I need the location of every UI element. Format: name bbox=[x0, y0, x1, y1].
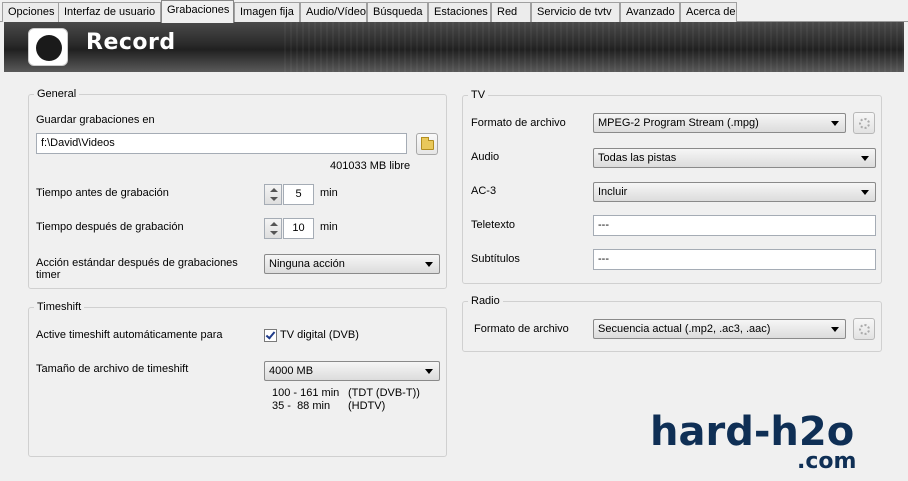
tv-ac3-select[interactable]: Incluir bbox=[593, 182, 876, 202]
chevron-down-icon bbox=[861, 156, 869, 161]
checkmark-icon bbox=[265, 329, 276, 340]
radio-format-settings-button[interactable] bbox=[853, 318, 875, 340]
watermark-logo: hard-h2o bbox=[650, 409, 855, 455]
tab-grabaciones[interactable]: Grabaciones bbox=[161, 0, 234, 23]
post-record-time-value[interactable]: 10 bbox=[283, 218, 314, 239]
tv-audio-value: Todas las pistas bbox=[598, 152, 677, 164]
radio-format-value: Secuencia actual (.mp2, .ac3, .aac) bbox=[598, 323, 771, 335]
timeshift-size-label: Tamaño de archivo de timeshift bbox=[36, 363, 189, 375]
banner-texture bbox=[284, 22, 904, 72]
tab-red[interactable]: Red bbox=[491, 2, 531, 22]
tv-subtitles-label: Subtítulos bbox=[471, 253, 520, 265]
header-banner: Record bbox=[4, 22, 904, 72]
chevron-down-icon bbox=[425, 369, 433, 374]
tab-bar: Opciones Interfaz de usuario Grabaciones… bbox=[0, 0, 908, 23]
timeshift-dvb-checkbox[interactable] bbox=[264, 329, 277, 342]
tv-teletext-field[interactable]: --- bbox=[593, 215, 876, 236]
tv-ac3-value: Incluir bbox=[598, 186, 628, 198]
tv-format-settings-button[interactable] bbox=[853, 112, 875, 134]
radio-format-label: Formato de archivo bbox=[474, 323, 569, 335]
timeshift-info-range-1: 100 - 161 min bbox=[272, 387, 340, 399]
tab-busqueda[interactable]: Búsqueda bbox=[367, 2, 428, 22]
timeshift-size-select[interactable]: 4000 MB bbox=[264, 361, 440, 381]
tv-audio-label: Audio bbox=[471, 151, 500, 163]
default-action-label: Acción estándar después de grabaciones bbox=[36, 257, 238, 269]
radio-group-title: Radio bbox=[468, 295, 503, 307]
post-record-unit: min bbox=[320, 221, 338, 233]
default-action-select[interactable]: Ninguna acción bbox=[264, 254, 440, 274]
save-path-input[interactable]: f:\David\Videos bbox=[36, 133, 407, 154]
tab-interfaz-de-usuario[interactable]: Interfaz de usuario bbox=[58, 2, 161, 22]
save-location-label: Guardar grabaciones en bbox=[36, 114, 155, 126]
folder-icon bbox=[421, 137, 434, 150]
tv-format-value: MPEG-2 Program Stream (.mpg) bbox=[598, 117, 759, 129]
tab-avanzado[interactable]: Avanzado bbox=[620, 2, 680, 22]
timeshift-info-desc-1: (TDT (DVB-T)) bbox=[348, 387, 420, 399]
free-space-text: 401033 MB libre bbox=[330, 160, 411, 172]
radio-format-select[interactable]: Secuencia actual (.mp2, .ac3, .aac) bbox=[593, 319, 846, 339]
pre-record-time-value[interactable]: 5 bbox=[283, 184, 314, 205]
page-title: Record bbox=[86, 30, 176, 55]
general-group-title: General bbox=[34, 88, 80, 100]
pre-record-unit: min bbox=[320, 187, 338, 199]
pre-record-spin-buttons[interactable] bbox=[264, 184, 282, 205]
pre-record-time-label: Tiempo antes de grabación bbox=[36, 187, 169, 199]
tab-audio-video[interactable]: Audio/Vídeo bbox=[300, 2, 367, 22]
tv-teletext-label: Teletexto bbox=[471, 219, 516, 231]
tv-format-select[interactable]: MPEG-2 Program Stream (.mpg) bbox=[593, 113, 846, 133]
chevron-down-icon bbox=[861, 190, 869, 195]
timeshift-group-title: Timeshift bbox=[34, 301, 85, 313]
tab-opciones[interactable]: Opciones bbox=[2, 2, 59, 22]
timeshift-dvb-label[interactable]: TV digital (DVB) bbox=[280, 329, 359, 341]
tv-audio-select[interactable]: Todas las pistas bbox=[593, 148, 876, 168]
default-action-value: Ninguna acción bbox=[269, 258, 345, 270]
tab-imagen-fija[interactable]: Imagen fija bbox=[234, 2, 300, 22]
tv-group-title: TV bbox=[468, 89, 489, 101]
chevron-down-icon bbox=[425, 262, 433, 267]
tv-subtitles-field[interactable]: --- bbox=[593, 249, 876, 270]
timeshift-info-range-2: 35 - 88 min bbox=[272, 400, 331, 412]
chevron-down-icon bbox=[831, 121, 839, 126]
post-record-time-spinner[interactable]: 10 bbox=[264, 218, 314, 239]
tab-acerca-de[interactable]: Acerca de bbox=[680, 2, 737, 22]
browse-folder-button[interactable] bbox=[416, 133, 438, 155]
tab-estaciones[interactable]: Estaciones bbox=[428, 2, 491, 22]
record-icon bbox=[28, 28, 68, 66]
default-action-label-line2: timer bbox=[36, 269, 61, 281]
tab-servicio-tvtv[interactable]: Servicio de tvtv bbox=[531, 2, 620, 22]
timeshift-auto-label: Active timeshift automáticamente para bbox=[36, 329, 223, 341]
pre-record-time-spinner[interactable]: 5 bbox=[264, 184, 314, 205]
tv-ac3-label: AC-3 bbox=[471, 185, 497, 197]
gear-icon bbox=[859, 324, 870, 335]
gear-icon bbox=[859, 118, 870, 129]
tv-format-label: Formato de archivo bbox=[471, 117, 566, 129]
chevron-down-icon bbox=[831, 327, 839, 332]
timeshift-info-desc-2: (HDTV) bbox=[348, 400, 386, 412]
watermark-domain: .com bbox=[797, 449, 857, 474]
timeshift-size-value: 4000 MB bbox=[269, 365, 314, 377]
post-record-spin-buttons[interactable] bbox=[264, 218, 282, 239]
post-record-time-label: Tiempo después de grabación bbox=[36, 221, 184, 233]
